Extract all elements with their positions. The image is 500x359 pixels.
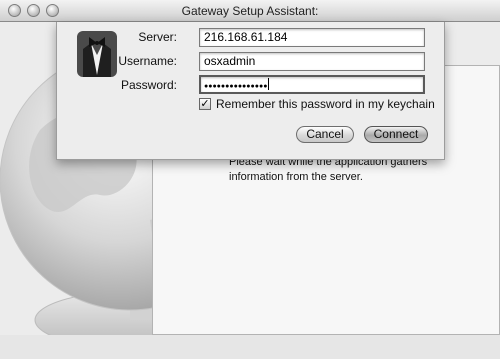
username-field[interactable]: osxadmin bbox=[199, 52, 425, 71]
connect-button[interactable]: Connect bbox=[364, 126, 428, 143]
password-dots: ●●●●●●●●●●●●●●● bbox=[204, 83, 268, 90]
bottom-bar bbox=[0, 335, 500, 359]
text-caret bbox=[268, 78, 270, 90]
remember-label[interactable]: Remember this password in my keychain bbox=[216, 97, 435, 111]
cancel-button[interactable]: Cancel bbox=[296, 126, 354, 143]
remember-checkbox[interactable]: ✓ bbox=[199, 98, 211, 110]
server-field[interactable]: 216.168.61.184 bbox=[199, 28, 425, 47]
username-label: Username: bbox=[118, 54, 177, 68]
window-title: Gateway Setup Assistant: bbox=[181, 4, 319, 18]
title-bar[interactable]: Gateway Setup Assistant: bbox=[0, 0, 500, 22]
password-label: Password: bbox=[120, 78, 177, 92]
server-label: Server: bbox=[138, 30, 177, 44]
login-sheet: Server: 216.168.61.184 Username: osxadmi… bbox=[56, 22, 445, 160]
password-field[interactable]: ●●●●●●●●●●●●●●● bbox=[199, 75, 425, 94]
setup-assistant-window: Please wait while the application gather… bbox=[0, 0, 500, 359]
